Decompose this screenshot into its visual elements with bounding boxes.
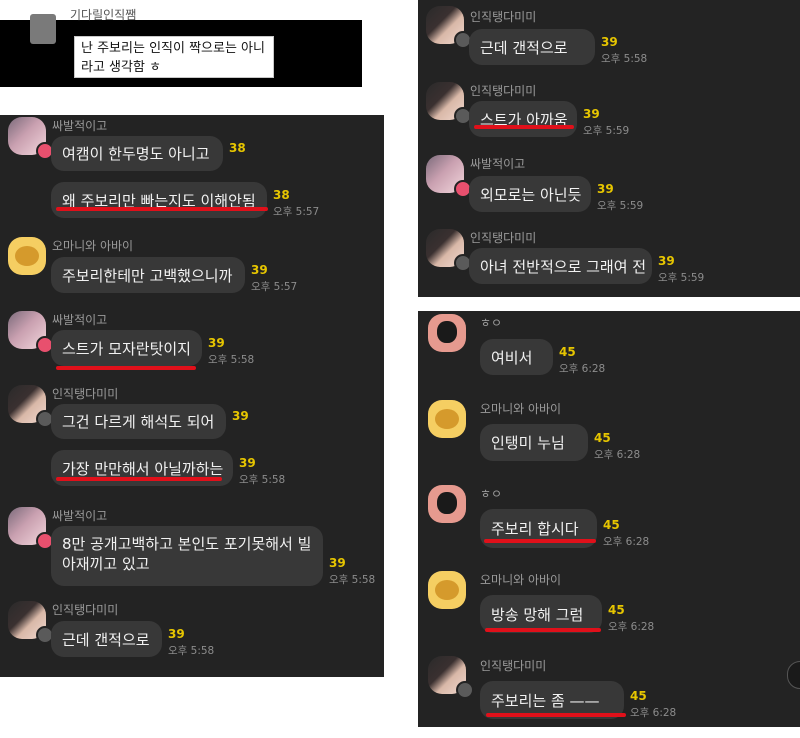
message-time: 오후 5:59 bbox=[597, 200, 644, 212]
red-underline bbox=[56, 477, 222, 481]
message-bubble[interactable]: 여비서 bbox=[480, 339, 553, 375]
message-time: 오후 6:28 bbox=[559, 363, 606, 375]
chat-panel-left: 싸발적이고 여캠이 한두명도 아니고 38 왜 주보리만 빠는지도 이해안됨 38 오후 … bbox=[0, 115, 384, 677]
message-time: 오후 6:28 bbox=[608, 621, 655, 633]
comment-avatar bbox=[30, 14, 56, 44]
comment-text: 난 주보리는 인직이 짝으로는 아니라고 생각함 ㅎ bbox=[74, 36, 274, 78]
message-bubble[interactable]: 인탱미 누님 bbox=[480, 424, 588, 461]
message-time: 오후 6:28 bbox=[594, 449, 641, 461]
sender-name: 인직탱다미미 bbox=[52, 603, 119, 617]
sender-name: 오마니와 아바이 bbox=[52, 239, 134, 253]
profile-avatar[interactable] bbox=[428, 314, 466, 352]
message-time: 오후 6:28 bbox=[603, 536, 650, 548]
message-bubble[interactable]: 아녀 전반적으로 그래여 전 bbox=[469, 248, 652, 284]
message-time: 오후 6:28 bbox=[630, 707, 677, 719]
message-time: 오후 5:59 bbox=[583, 125, 630, 137]
comment-author: 기다릴인직쨈 bbox=[70, 8, 137, 22]
unread-count: 45 bbox=[559, 345, 576, 359]
chat-panel-right-top: 인직탱다미미 근데 갠적으로 39 오후 5:58 인직탱다미미 스트가 아까움 39 오후 … bbox=[418, 0, 800, 297]
unread-count: 39 bbox=[208, 336, 225, 350]
message-bubble[interactable]: 그건 다르게 해석도 되어 bbox=[51, 404, 226, 439]
sender-name: ㅎㅇ bbox=[480, 316, 503, 330]
message-bubble[interactable]: 근데 갠적으로 bbox=[469, 29, 595, 65]
profile-avatar[interactable] bbox=[428, 571, 466, 609]
message-bubble[interactable]: 주보리한테만 고백했으니까 bbox=[51, 257, 245, 293]
unread-count: 39 bbox=[329, 556, 346, 570]
unread-count: 38 bbox=[229, 141, 246, 155]
unread-count: 38 bbox=[273, 188, 290, 202]
message-time: 오후 5:59 bbox=[658, 272, 705, 284]
message-bubble[interactable]: 스트가 아까움 bbox=[469, 101, 577, 137]
unread-count: 39 bbox=[583, 107, 600, 121]
sender-name: 오마니와 아바이 bbox=[480, 573, 562, 587]
menu-badge-icon bbox=[456, 681, 474, 699]
red-underline bbox=[485, 628, 601, 632]
unread-count: 39 bbox=[658, 254, 675, 268]
message-bubble[interactable]: 왜 주보리만 빠는지도 이해안됨 bbox=[51, 182, 267, 218]
message-bubble[interactable]: 근데 갠적으로 bbox=[51, 621, 162, 657]
unread-count: 39 bbox=[168, 627, 185, 641]
red-underline bbox=[486, 713, 626, 717]
profile-avatar[interactable] bbox=[8, 237, 46, 275]
unread-count: 45 bbox=[603, 518, 620, 532]
sender-name: 인직탱다미미 bbox=[470, 84, 537, 98]
message-bubble[interactable]: 스트가 모자란탓이지 bbox=[51, 330, 202, 366]
unread-count: 39 bbox=[239, 456, 256, 470]
profile-avatar[interactable] bbox=[428, 400, 466, 438]
message-time: 오후 5:58 bbox=[208, 354, 255, 366]
red-underline bbox=[56, 207, 268, 211]
message-bubble[interactable]: 여캠이 한두명도 아니고 bbox=[51, 136, 223, 171]
sender-name: 싸발적이고 bbox=[52, 119, 108, 133]
message-time: 오후 5:58 bbox=[329, 574, 376, 586]
unread-count: 39 bbox=[232, 409, 249, 423]
sender-name: 싸발적이고 bbox=[52, 509, 108, 523]
unread-count: 45 bbox=[594, 431, 611, 445]
unread-count: 39 bbox=[601, 35, 618, 49]
message-time: 오후 5:57 bbox=[251, 281, 298, 293]
message-bubble[interactable]: 8만 공개고백하고 본인도 포기못해서 빌 아재끼고 있고 bbox=[51, 526, 323, 586]
sender-name: 인직탱다미미 bbox=[480, 659, 547, 673]
message-time: 오후 5:58 bbox=[239, 474, 286, 486]
sender-name: 인직탱다미미 bbox=[52, 387, 119, 401]
sender-name: 오마니와 아바이 bbox=[480, 402, 562, 416]
unread-count: 39 bbox=[251, 263, 268, 277]
sender-name: ㅎㅇ bbox=[480, 487, 503, 501]
message-time: 오후 5:58 bbox=[168, 645, 215, 657]
message-bubble[interactable]: 외모로는 아닌듯 bbox=[469, 176, 591, 212]
comment-white-gap bbox=[275, 0, 362, 20]
red-underline bbox=[484, 539, 596, 543]
chat-panel-right-bottom: ㅎㅇ 여비서 45 오후 6:28 오마니와 아바이 인탱미 누님 45 오후 6:28 ㅎㅇ 주… bbox=[418, 311, 800, 727]
red-underline bbox=[474, 125, 574, 129]
message-time: 오후 5:58 bbox=[601, 53, 648, 65]
red-underline bbox=[56, 366, 196, 370]
unread-count: 45 bbox=[608, 603, 625, 617]
unread-count: 39 bbox=[597, 182, 614, 196]
message-time: 오후 5:57 bbox=[273, 206, 320, 218]
sender-name: 싸발적이고 bbox=[52, 313, 108, 327]
sender-name: 싸발적이고 bbox=[470, 157, 526, 171]
profile-avatar[interactable] bbox=[428, 485, 466, 523]
sender-name: 인직탱다미미 bbox=[470, 231, 537, 245]
sender-name: 인직탱다미미 bbox=[470, 10, 537, 24]
unread-count: 45 bbox=[630, 689, 647, 703]
